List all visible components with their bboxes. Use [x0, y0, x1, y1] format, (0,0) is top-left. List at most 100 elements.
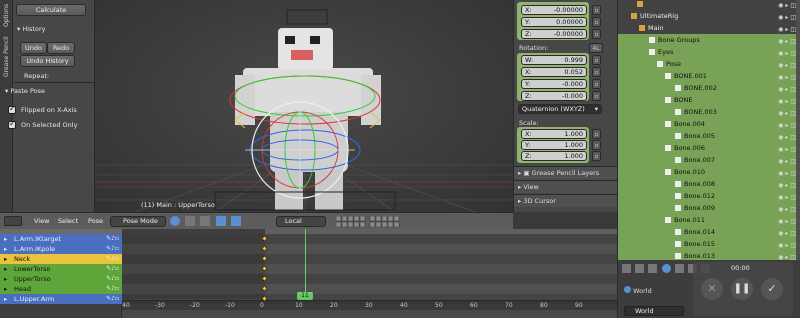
channel-row[interactable]: ▸ L.Upper.Arm ✎♪▫ — [0, 294, 122, 304]
lock-icon[interactable]: ▫ — [592, 5, 601, 15]
location-y-field[interactable]: Y: 0.00000 — [521, 17, 587, 27]
calculate-button[interactable]: Calculate — [16, 4, 86, 16]
dopesheet-track[interactable] — [122, 244, 617, 254]
shading-sphere-icon[interactable] — [170, 216, 180, 226]
undo-button[interactable]: Undo — [20, 42, 47, 54]
expand-arrow-icon[interactable]: ▸ — [4, 234, 7, 244]
outliner-row[interactable]: Bone.008 ◉▸◫ — [618, 178, 800, 190]
dopesheet-track[interactable] — [122, 254, 617, 264]
channel-toggle-icons[interactable]: ✎♪▫ — [106, 234, 119, 244]
mode-select[interactable]: Pose Mode — [110, 216, 166, 227]
close-icon[interactable]: ✕ — [701, 278, 723, 300]
on-selected-checkbox[interactable] — [8, 119, 16, 129]
dopesheet-track[interactable] — [122, 234, 617, 244]
outliner-row[interactable]: Eyes ◉▸◫ — [618, 46, 800, 58]
outliner-row[interactable]: Bone.014 ◉▸◫ — [618, 226, 800, 238]
outliner-row[interactable]: Bone.005 ◉▸◫ — [618, 130, 800, 142]
channel-toggle-icons[interactable]: ✎♪▫ — [106, 294, 119, 304]
keyframe-diamond[interactable] — [260, 294, 269, 303]
dopesheet-track[interactable] — [122, 274, 617, 284]
expand-arrow-icon[interactable]: ▸ — [4, 254, 7, 264]
layer-buttons[interactable] — [335, 215, 416, 228]
outliner-row[interactable]: Main ◉▸◫ — [618, 22, 800, 34]
location-x-field[interactable]: X: -0.00000 — [521, 5, 587, 15]
dopesheet-track[interactable] — [122, 284, 617, 294]
outliner-row[interactable]: BONE.002 ◉▸◫ — [618, 82, 800, 94]
shading-toolbar[interactable] — [170, 216, 270, 227]
world-datablock-field[interactable]: World — [624, 306, 684, 316]
outliner-row[interactable]: Bone.006 ◉▸◫ — [618, 142, 800, 154]
channel-toggle-icons[interactable]: ✎♪▫ — [106, 284, 119, 294]
outliner-row[interactable]: BONE.003 ◉▸◫ — [618, 106, 800, 118]
lock-icon[interactable]: ▫ — [592, 129, 601, 139]
rotation-mode-select[interactable]: Quaternion (WXYZ) ▾ — [518, 104, 602, 114]
3d-cursor-section-header[interactable]: ▸ 3D Cursor — [514, 194, 618, 207]
rotation-y-field[interactable]: Y: -0.000 — [521, 79, 587, 89]
tab-options[interactable]: Options — [1, 0, 12, 30]
keyframe-diamond[interactable] — [260, 254, 269, 263]
lock-icon[interactable]: ▫ — [592, 91, 601, 101]
expand-arrow-icon[interactable]: ▸ — [4, 284, 7, 294]
scene-tab-icon[interactable] — [648, 264, 658, 273]
history-section-header[interactable]: ▾ History — [17, 25, 45, 33]
outliner-row[interactable]: Bone.009 ◉▸◫ — [618, 202, 800, 214]
lock-icon[interactable]: ▫ — [592, 29, 601, 39]
rotation-x-field[interactable]: X: 0.052 — [521, 67, 587, 77]
scale-x-field[interactable]: X: 1.000 — [521, 129, 587, 139]
outliner-row[interactable]: Bone.015 ◉▸◫ — [618, 238, 800, 250]
lock-icon[interactable]: ▫ — [592, 140, 601, 150]
paste-pose-section-header[interactable]: ▾ Paste Pose — [5, 87, 45, 95]
lock-icon[interactable]: ▫ — [592, 79, 601, 89]
outliner-row[interactable]: Bone.004 ◉▸◫ — [618, 118, 800, 130]
channel-row[interactable]: ▸ L.Arm.IKtarget ✎♪▫ — [0, 234, 122, 244]
location-z-field[interactable]: Z: -0.00000 — [521, 29, 587, 39]
3d-viewport[interactable]: (11) Main : UpperTorso — [95, 0, 513, 212]
dopesheet-track[interactable] — [122, 294, 617, 304]
expand-arrow-icon[interactable]: ▸ — [4, 274, 7, 284]
lock-icon[interactable]: ▫ — [592, 55, 601, 65]
world-tab-icon[interactable] — [661, 264, 671, 273]
layers-tab-icon[interactable] — [635, 264, 645, 273]
channel-toggle-icons[interactable]: ✎♪▫ — [106, 264, 119, 274]
scale-y-field[interactable]: Y: 1.000 — [521, 140, 587, 150]
channel-row[interactable]: ▸ UpperTorso ✎♪▫ — [0, 274, 122, 284]
channel-toggle-icons[interactable]: ✎♪▫ — [106, 244, 119, 254]
render-tab-icon[interactable] — [622, 264, 631, 273]
manipulator-icon[interactable] — [200, 216, 211, 226]
keyframe-diamond[interactable] — [260, 284, 269, 293]
expand-arrow-icon[interactable]: ▸ — [4, 244, 7, 254]
grease-pencil-layers-header[interactable]: ▸ ▣ Grease Pencil Layers — [514, 166, 618, 179]
scale-z-field[interactable]: Z: 1.000 — [521, 151, 587, 161]
rotation-4l-toggle[interactable]: 4L — [589, 43, 603, 53]
outliner-row[interactable]: Bone Groups ◉▸◫ — [618, 34, 800, 46]
channel-row[interactable]: ▸ L.Arm.IKpole ✎♪▫ — [0, 244, 122, 254]
outliner-row[interactable]: Bone.012 ◉▸◫ — [618, 190, 800, 202]
rotation-z-field[interactable]: Z: -0.000 — [521, 91, 587, 101]
outliner-row[interactable]: ◉▸◫ — [618, 0, 800, 10]
outliner-row[interactable]: BONE ◉▸◫ — [618, 94, 800, 106]
pause-icon[interactable]: ❚❚ — [731, 278, 753, 300]
lock-icon[interactable]: ▫ — [592, 67, 601, 77]
view-menu[interactable]: View — [34, 217, 49, 225]
outliner-row[interactable]: Bone.007 ◉▸◫ — [618, 154, 800, 166]
pose-menu[interactable]: Pose — [88, 217, 103, 225]
outliner-row[interactable]: BONE.001 ◉▸◫ — [618, 70, 800, 82]
channel-toggle-icons[interactable]: ✎♪▫ — [106, 274, 119, 284]
checkmark-icon[interactable]: ✓ — [761, 278, 783, 300]
editor-type-icon[interactable] — [4, 216, 22, 226]
expand-arrow-icon[interactable]: ▸ — [4, 264, 7, 274]
keyframe-diamond[interactable] — [260, 264, 269, 273]
outliner-row[interactable]: Pose ◉▸◫ — [618, 58, 800, 70]
channel-row[interactable]: ▸ LowerTorso ✎♪▫ — [0, 264, 122, 274]
view-section-header[interactable]: ▸ View — [514, 180, 618, 193]
outliner-scrollbar[interactable] — [796, 0, 800, 260]
translate-icon[interactable] — [215, 216, 226, 226]
pivot-icon[interactable] — [185, 216, 196, 226]
channel-row[interactable]: ▸ Neck ✎♪▫ — [0, 254, 122, 264]
object-tab-icon[interactable] — [674, 264, 684, 273]
tab-grease-pencil[interactable]: Grease Pencil — [1, 32, 12, 82]
keyframe-diamond[interactable] — [260, 244, 269, 253]
channel-row[interactable]: ▸ Head ✎♪▫ — [0, 284, 122, 294]
keyframe-diamond[interactable] — [260, 274, 269, 283]
rotation-w-field[interactable]: W: 0.999 — [521, 55, 587, 65]
